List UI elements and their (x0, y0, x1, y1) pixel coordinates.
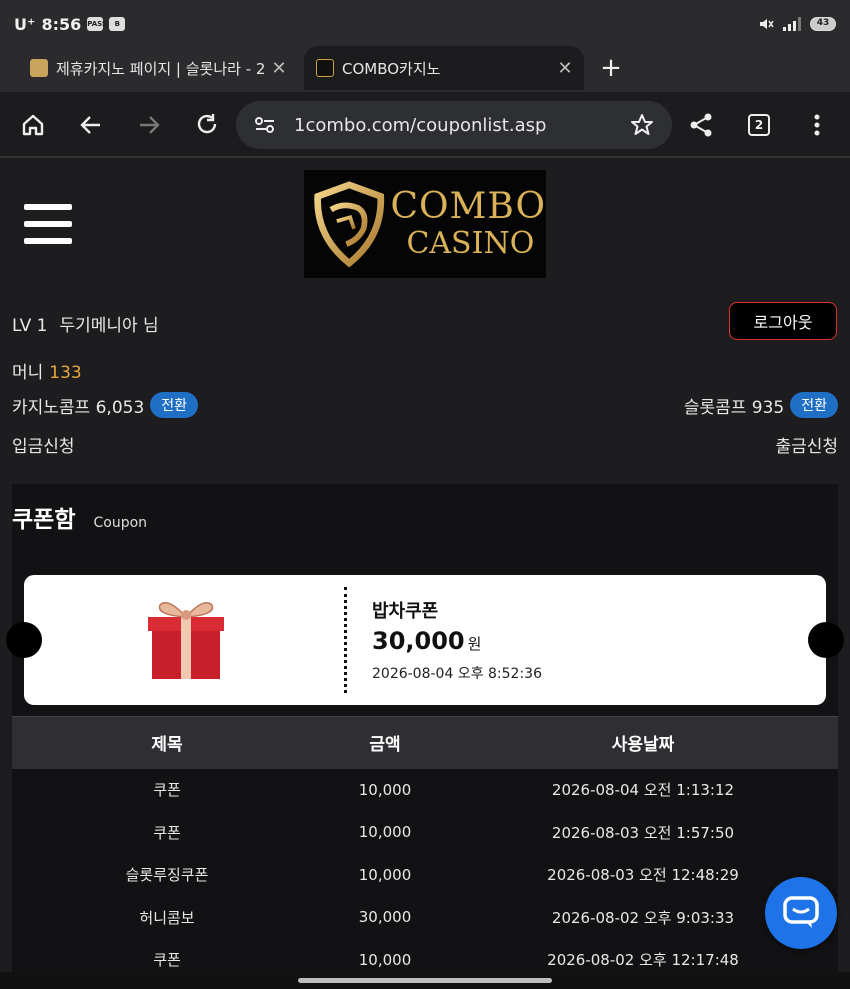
gift-box-icon (148, 602, 224, 679)
forward-arrow-icon[interactable] (134, 110, 164, 140)
home-icon[interactable] (18, 110, 48, 140)
ticket-notch-left (6, 622, 42, 658)
casino-comp-label: 카지노콤프 6,053 (12, 397, 145, 418)
row-amount: 10,000 (358, 780, 412, 799)
hamburger-menu-icon[interactable] (24, 204, 72, 244)
deposit-link[interactable]: 입금신청 (12, 432, 75, 457)
coupon-title: 쿠폰함 (12, 507, 76, 533)
table-header-row: 제목 금액 사용날짜 (12, 716, 838, 769)
money-value: 133 (49, 363, 82, 383)
close-icon[interactable]: ✕ (266, 58, 292, 79)
header-amount: 금액 (322, 716, 448, 769)
coupon-date: 2026-08-04 오후 8:52:36 (372, 666, 542, 682)
featured-coupon-card: 밥차쿠폰 30,000 원 2026-08-04 오후 8:52:36 (24, 575, 826, 705)
withdraw-link[interactable]: 출금신청 (775, 432, 838, 457)
tab-switcher-button[interactable]: 2 (744, 110, 774, 140)
ticket-notch-right (808, 622, 844, 658)
shield-logo-icon (314, 181, 385, 268)
more-menu-icon[interactable] (802, 110, 832, 140)
tab-title: 제휴카지노 페이지 | 슬롯나라 - 2 (56, 59, 266, 78)
coupon-panel: 쿠폰함 Coupon 밥차쿠폰 30,000 원 2026-08-04 오후 8:… (6, 484, 844, 972)
ticket-divider (344, 587, 347, 693)
row-amount: 30,000 (358, 908, 412, 927)
table-row: 쿠폰 10,000 2026-08-02 오후 12:17:48 (12, 939, 838, 973)
header-title: 제목 (12, 716, 322, 769)
slot-comp-convert-button[interactable]: 전환 (790, 392, 838, 418)
table-row: 쿠폰 10,000 2026-08-03 오전 1:57:50 (12, 811, 838, 854)
row-title: 쿠폰 (153, 781, 181, 800)
logout-button[interactable]: 로그아웃 (729, 302, 837, 340)
system-nav-bar (0, 972, 850, 989)
money-label: 머니 (12, 363, 44, 383)
coupon-amount-line: 30,000 원 (372, 627, 481, 655)
mute-icon (760, 19, 774, 29)
address-bar[interactable]: 1combo.com/couponlist.asp (236, 101, 672, 149)
user-level: LV 1 (12, 316, 48, 336)
slot-favicon-icon (30, 59, 48, 77)
battery-icon: 43 (810, 17, 836, 31)
money-row: 머니 133 (12, 358, 82, 383)
coupon-unit: 원 (467, 635, 482, 653)
casino-comp-row: 카지노콤프 6,053 전환 (12, 392, 199, 418)
back-arrow-icon[interactable] (76, 110, 106, 140)
bookmark-star-icon[interactable] (630, 113, 654, 137)
pass-app-icon: PASS (87, 17, 107, 31)
slot-comp-row: 슬롯콤프 935 전환 (684, 392, 838, 418)
tab-count: 2 (748, 114, 770, 136)
tab-strip: 제휴카지노 페이지 | 슬롯나라 - 2 ✕ COMBO카지노 ✕ + (0, 44, 850, 92)
row-title: 슬롯루징쿠폰 (125, 866, 209, 885)
row-amount: 10,000 (358, 865, 412, 884)
page-content: COMBO CASINO LV 1 두기메니아 님 로그아웃 머니 133 카지노콤… (0, 160, 850, 972)
gesture-handle[interactable] (298, 978, 552, 983)
status-time: 8:56 (41, 14, 82, 34)
user-info: LV 1 두기메니아 님 (12, 311, 159, 336)
table-row: 슬롯루징쿠폰 10,000 2026-08-03 오전 12:48:29 (12, 854, 838, 897)
browser-toolbar: 1combo.com/couponlist.asp 2 (0, 92, 850, 158)
tab-combo-casino[interactable]: COMBO카지노 ✕ (304, 46, 584, 90)
url-text: 1combo.com/couponlist.asp (294, 114, 547, 136)
header-date: 사용날짜 (448, 716, 838, 769)
row-title: 허니콤보 (139, 908, 195, 927)
row-title: 쿠폰 (153, 823, 181, 842)
new-tab-plus-icon[interactable]: + (596, 54, 626, 84)
chat-bubble-icon (783, 896, 819, 928)
b-app-icon: B (109, 17, 126, 31)
casino-comp-convert-button[interactable]: 전환 (150, 392, 199, 418)
row-title: 쿠폰 (153, 951, 181, 970)
coupon-history-table: 제목 금액 사용날짜 쿠폰 10,000 2026-08-04 오전 1:13:… (12, 716, 838, 972)
coupon-subtitle: Coupon (93, 515, 148, 531)
tab-slotnara[interactable]: 제휴카지노 페이지 | 슬롯나라 - 2 ✕ (18, 46, 298, 90)
user-nickname: 두기메니아 님 (59, 316, 159, 336)
tab-title: COMBO카지노 (342, 59, 441, 78)
chat-button[interactable] (765, 877, 837, 949)
slot-comp-label: 슬롯콤프 935 (683, 397, 785, 418)
site-settings-icon[interactable] (254, 115, 276, 135)
carrier-label: U⁺ (14, 14, 36, 34)
table-row: 허니콤보 30,000 2026-08-02 오후 9:03:33 (12, 896, 838, 939)
coupon-heading: 쿠폰함 Coupon (12, 500, 147, 534)
row-amount: 10,000 (358, 950, 412, 969)
logo-line-1: COMBO (390, 186, 546, 227)
table-row: 쿠폰 10,000 2026-08-04 오전 1:13:12 (12, 769, 838, 812)
logo-wordmark: COMBO CASINO (390, 189, 546, 259)
reload-icon[interactable] (192, 110, 222, 140)
coupon-amount: 30,000 (372, 627, 465, 655)
share-icon[interactable] (686, 110, 716, 140)
logo-line-2: CASINO (406, 226, 535, 261)
status-bar: U⁺ 8:56 PASS B 43 (0, 0, 850, 48)
row-date: 2026-08-03 오전 1:57:50 (551, 823, 735, 842)
combo-favicon-icon (316, 59, 334, 77)
coupon-name: 밥차쿠폰 (372, 601, 439, 622)
close-icon[interactable]: ✕ (552, 58, 578, 79)
row-date: 2026-08-02 오후 12:17:48 (547, 951, 739, 970)
row-amount: 10,000 (358, 823, 412, 842)
combo-casino-logo[interactable]: COMBO CASINO (304, 170, 546, 278)
row-date: 2026-08-04 오전 1:13:12 (551, 781, 735, 800)
signal-icon (783, 17, 801, 31)
